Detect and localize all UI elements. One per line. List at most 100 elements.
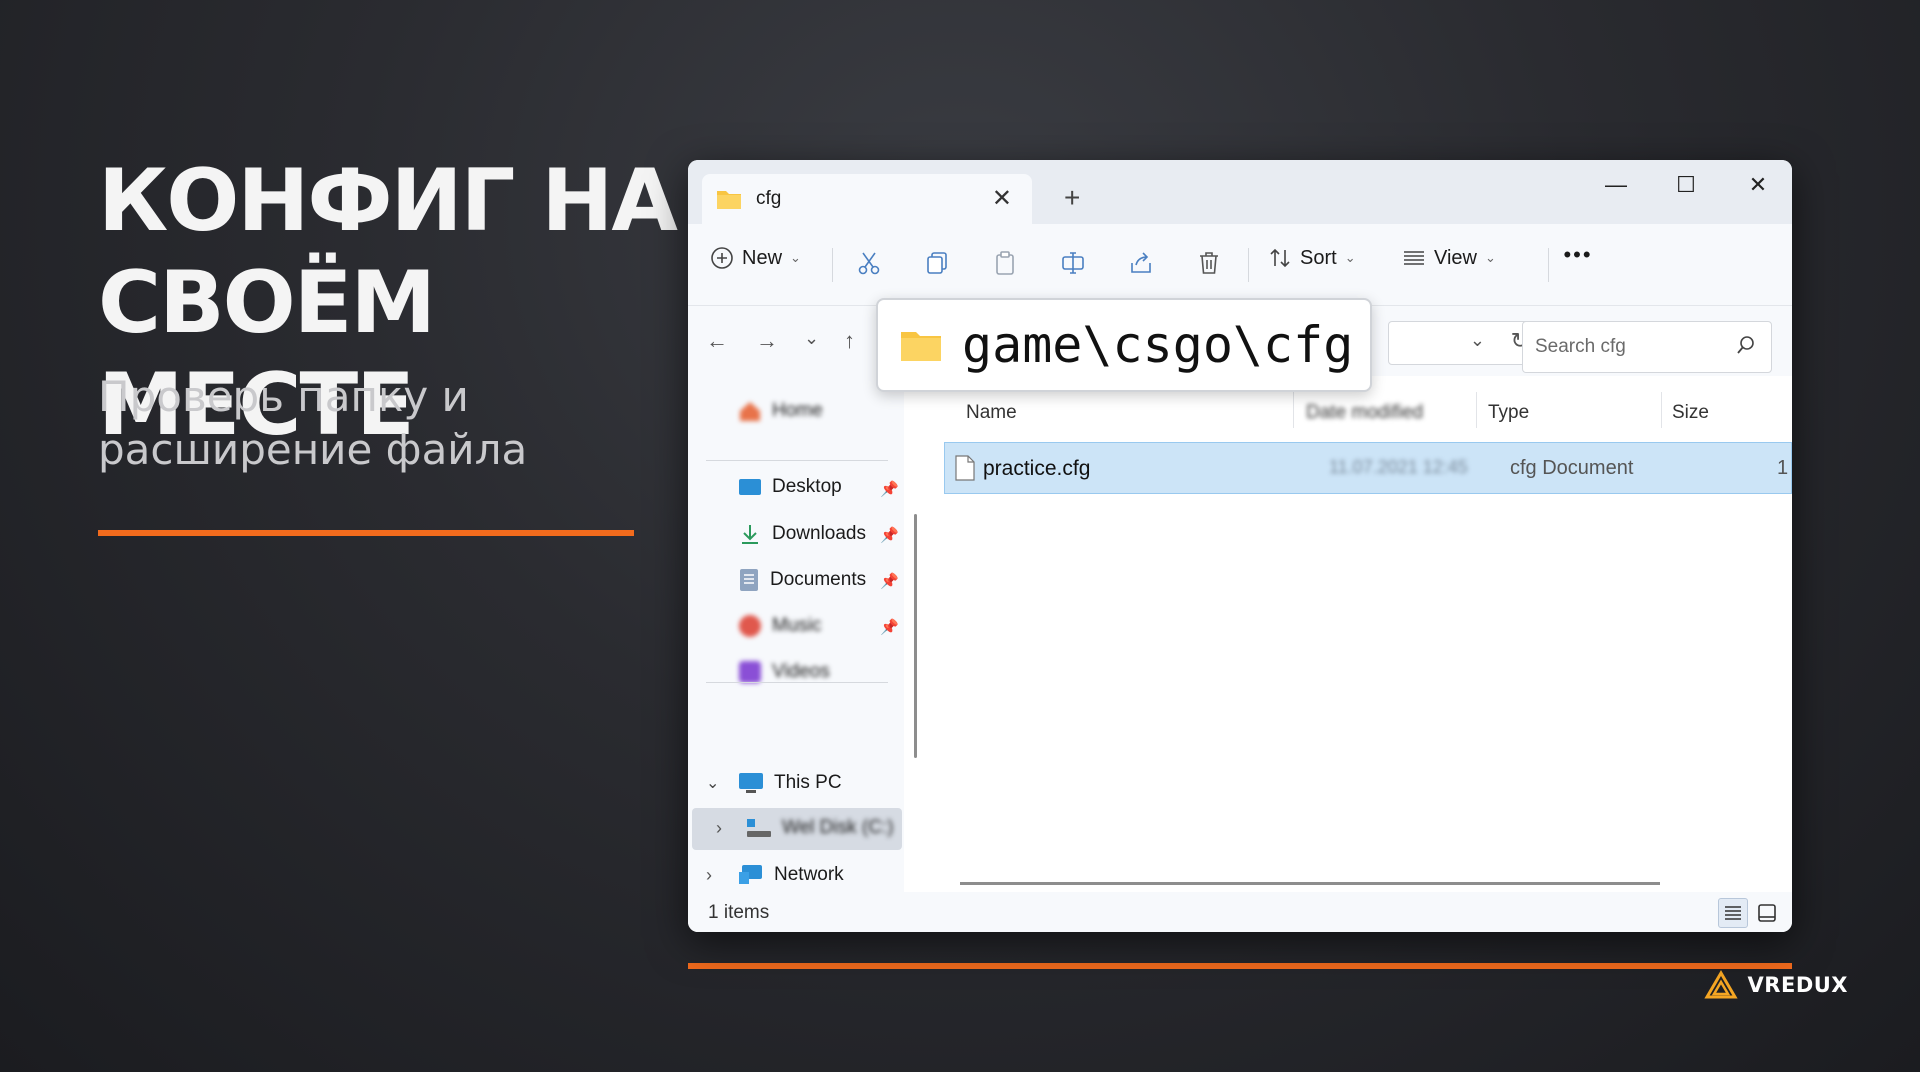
- view-list-icon: [1404, 251, 1424, 265]
- tiles-view-button[interactable]: [1752, 898, 1782, 928]
- column-divider[interactable]: [1476, 392, 1477, 428]
- folder-icon: [901, 332, 941, 361]
- chevron-right-icon[interactable]: ›: [716, 818, 736, 839]
- column-divider[interactable]: [1293, 392, 1294, 428]
- sidebar-item-label: Wel Disk (C:): [782, 817, 894, 838]
- tab-cfg[interactable]: cfg ✕: [702, 174, 1032, 224]
- brand-name: VREDUX: [1747, 973, 1848, 997]
- slide-subline: Проверь папку и расширение файла: [98, 372, 528, 474]
- pin-icon: 📌: [880, 527, 899, 544]
- cut-icon[interactable]: [852, 246, 886, 280]
- sidebar-item-downloads[interactable]: Downloads: [738, 522, 866, 546]
- maximize-button[interactable]: ☐: [1666, 172, 1706, 198]
- share-icon[interactable]: [1124, 246, 1158, 280]
- file-icon: [955, 455, 975, 481]
- minimize-button[interactable]: —: [1596, 172, 1636, 198]
- command-bar: New ⌄ Sort ⌄ View ⌄ •••: [688, 224, 1792, 306]
- sort-icon: [1270, 248, 1290, 268]
- new-button[interactable]: New ⌄: [710, 246, 801, 270]
- up-arrow-icon[interactable]: ↑: [844, 328, 855, 354]
- brand-logo: VREDUX: [1703, 970, 1848, 1000]
- sidebar-divider: [706, 682, 888, 683]
- forward-arrow-icon[interactable]: →: [756, 328, 778, 354]
- sidebar-item-network[interactable]: › Network: [706, 864, 844, 886]
- tab-title: cfg: [756, 188, 782, 209]
- table-row[interactable]: practice.cfg 11.07.2021 12:45 cfg Docume…: [944, 442, 1792, 494]
- address-dropdown-icon[interactable]: ⌄: [1470, 330, 1485, 351]
- view-label: View: [1434, 246, 1477, 269]
- home-icon: [740, 402, 760, 421]
- pin-icon: 📌: [880, 481, 899, 498]
- path-text: game\csgo\cfg: [962, 316, 1354, 374]
- sidebar-item-label: Home: [772, 400, 823, 421]
- details-view-button[interactable]: [1718, 898, 1748, 928]
- document-icon: [740, 569, 758, 591]
- tiles-view-icon: [1758, 904, 1776, 922]
- chevron-down-icon: ⌄: [790, 250, 801, 265]
- copy-icon[interactable]: [920, 246, 954, 280]
- chevron-down-icon: ⌄: [1344, 250, 1356, 265]
- status-bar: 1 items: [688, 892, 1792, 932]
- toolbar-divider: [1248, 248, 1249, 282]
- window-underline: [688, 963, 1792, 969]
- sidebar-item-desktop[interactable]: Desktop: [738, 476, 842, 498]
- more-options-button[interactable]: •••: [1548, 242, 1608, 268]
- sidebar-item-documents[interactable]: Documents: [738, 568, 866, 592]
- recent-chevron-icon[interactable]: ⌄: [804, 328, 819, 349]
- sidebar-item-label: Videos: [772, 661, 830, 682]
- sidebar-item-label: Documents: [770, 569, 867, 590]
- file-date: 11.07.2021 12:45: [1329, 457, 1468, 477]
- file-type: cfg Document: [1510, 457, 1634, 479]
- sidebar-item-local-disk[interactable]: › Wel Disk (C:): [716, 817, 894, 839]
- paste-icon[interactable]: [988, 246, 1022, 280]
- sort-button[interactable]: Sort ⌄: [1268, 246, 1356, 270]
- chevron-down-icon: ⌄: [1485, 250, 1496, 265]
- sidebar-item-label: Network: [774, 864, 844, 885]
- search-icon: [1737, 336, 1754, 354]
- file-explorer-window: cfg ✕ + — ☐ ✕ New ⌄ Sort ⌄ View ⌄ ••• ← …: [688, 160, 1792, 932]
- column-name[interactable]: Name: [966, 402, 1017, 424]
- file-list: Name ⌃ Date modified Type Size practice.…: [920, 376, 1792, 892]
- delete-icon[interactable]: [1192, 246, 1226, 280]
- download-icon: [742, 525, 758, 544]
- column-size[interactable]: Size: [1672, 402, 1709, 424]
- back-arrow-icon[interactable]: ←: [706, 328, 728, 354]
- sidebar-item-home[interactable]: Home: [738, 400, 823, 422]
- sidebar-item-this-pc[interactable]: ⌄ This PC: [706, 772, 842, 794]
- close-tab-icon[interactable]: ✕: [992, 184, 1012, 213]
- sidebar-item-label: This PC: [774, 772, 842, 793]
- desktop-icon: [739, 479, 761, 495]
- close-window-button[interactable]: ✕: [1738, 172, 1778, 198]
- search-input[interactable]: Search cfg: [1522, 321, 1772, 373]
- view-button[interactable]: View ⌄: [1402, 246, 1496, 270]
- sidebar-item-videos[interactable]: Videos: [738, 660, 830, 684]
- sidebar-scrollbar[interactable]: [914, 514, 917, 758]
- sidebar-divider: [706, 460, 888, 461]
- title-bar: cfg ✕ + — ☐ ✕: [688, 160, 1792, 224]
- sidebar-item-music[interactable]: Music: [738, 614, 822, 638]
- column-date-modified[interactable]: Date modified: [1306, 402, 1423, 424]
- search-placeholder: Search cfg: [1535, 336, 1626, 357]
- pin-icon: 📌: [880, 619, 899, 636]
- chevron-right-icon[interactable]: ›: [706, 865, 728, 886]
- headline-underline: [98, 530, 634, 536]
- new-tab-button[interactable]: +: [1064, 182, 1080, 214]
- rename-icon[interactable]: [1056, 246, 1090, 280]
- music-icon: [739, 615, 761, 637]
- column-type[interactable]: Type: [1488, 402, 1529, 424]
- plus-circle-icon: [711, 247, 733, 269]
- horizontal-scrollbar[interactable]: [960, 882, 1660, 885]
- column-divider[interactable]: [1661, 392, 1662, 428]
- details-view-icon: [1725, 906, 1741, 920]
- path-callout: game\csgo\cfg: [876, 298, 1372, 392]
- folder-icon: [717, 191, 741, 209]
- toolbar-divider: [832, 248, 833, 282]
- chevron-down-icon[interactable]: ⌄: [706, 773, 728, 793]
- sidebar-item-label: Downloads: [772, 523, 866, 544]
- sidebar-item-label: Music: [772, 615, 822, 636]
- item-count: 1 items: [708, 902, 770, 923]
- file-size: 1: [1777, 457, 1789, 479]
- video-icon: [739, 661, 761, 683]
- sort-label: Sort: [1300, 246, 1337, 269]
- vredux-logo-icon: [1703, 970, 1738, 999]
